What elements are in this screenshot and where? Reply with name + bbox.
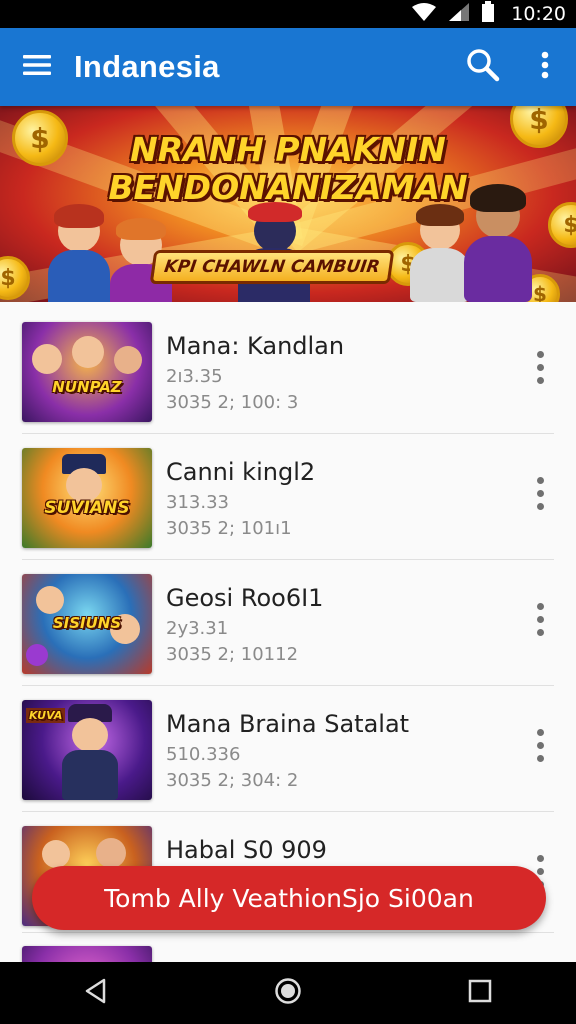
item-title: Canni kingl2 [166,458,316,486]
item-subtitle: 2y3.31 [166,618,229,639]
game-thumbnail: KUVA [22,700,152,800]
nav-back-button[interactable] [56,962,136,1024]
battery-icon [481,0,495,28]
banner-title-line1: NRANH PNAKNIN [130,130,446,169]
thumbnail-label: SISIUNS [52,614,122,632]
thumbnail-label: SUVIANS [44,498,130,518]
home-icon [274,977,302,1010]
item-subtitle: 510.336 [166,744,241,765]
back-icon [83,978,109,1009]
status-bar: 10:20 [0,0,576,28]
more-vert-icon[interactable] [520,594,560,644]
list-item[interactable]: SUVIANS Canni kingl2 313.33 3035 2; 101ı… [0,428,576,560]
thumbnail-label: KUVA [26,708,66,723]
list-item[interactable]: SISIUNS Geosi Roo6I1 2y3.31 3035 2; 1011… [0,554,576,686]
wifi-icon [411,2,437,27]
list-item[interactable]: KUVA Mana Braina Satalat 510.336 3035 2;… [0,680,576,812]
promo-banner[interactable]: $ $ $ $ $ $ NRANH PNAKNIN BENDONANIZAMAN… [0,106,576,302]
signal-icon [447,2,471,27]
search-button[interactable] [452,28,514,106]
overflow-menu-button[interactable] [514,28,576,106]
screen: 10:20 Indanesia $ $ $ $ $ $ NRANH PNAKNI… [0,0,576,1024]
list-item[interactable] [0,932,576,962]
nav-recents-button[interactable] [440,962,520,1024]
item-title: Habal S0 909 [166,836,327,864]
menu-icon [23,54,51,81]
banner-title-line2: BENDONANIZAMAN [108,168,468,207]
app-bar: Indanesia [0,28,576,106]
item-meta: 3035 2; 304: 2 [166,770,299,791]
more-vert-icon[interactable] [520,342,560,392]
game-thumbnail: SISIUNS [22,574,152,674]
item-subtitle: 313.33 [166,492,229,513]
menu-button[interactable] [0,28,74,106]
cta-button[interactable]: Tomb Ally VeathionSjo Si00an [32,866,546,930]
list-item[interactable]: NUNPAZ Mana: Kandlan 2ı3.35 3035 2; 100:… [0,302,576,434]
game-thumbnail: SUVIANS [22,448,152,548]
coin-icon: $ [548,202,576,248]
item-title: Mana Braina Satalat [166,710,410,738]
item-title: Geosi Roo6I1 [166,584,324,612]
item-meta: 3035 2; 10112 [166,644,299,665]
more-vert-icon [540,51,550,84]
game-list: NUNPAZ Mana: Kandlan 2ı3.35 3035 2; 100:… [0,302,576,962]
app-title: Indanesia [74,49,220,84]
status-time: 10:20 [511,3,566,25]
thumbnail-label: NUNPAZ [52,378,122,396]
recents-icon [468,979,492,1008]
nav-home-button[interactable] [248,962,328,1024]
search-icon [466,48,500,87]
item-meta: 3035 2; 100: 3 [166,392,299,413]
item-subtitle: 2ı3.35 [166,366,223,387]
item-meta: 3035 2; 101ı1 [166,518,292,539]
coin-icon: $ [0,256,30,300]
banner-subtitle: KPI CHAWLN CAMBUIR [149,250,395,284]
game-thumbnail [22,946,152,962]
game-thumbnail: NUNPAZ [22,322,152,422]
item-title: Mana: Kandlan [166,332,345,360]
more-vert-icon[interactable] [520,720,560,770]
system-nav-bar [0,962,576,1024]
more-vert-icon[interactable] [520,468,560,518]
